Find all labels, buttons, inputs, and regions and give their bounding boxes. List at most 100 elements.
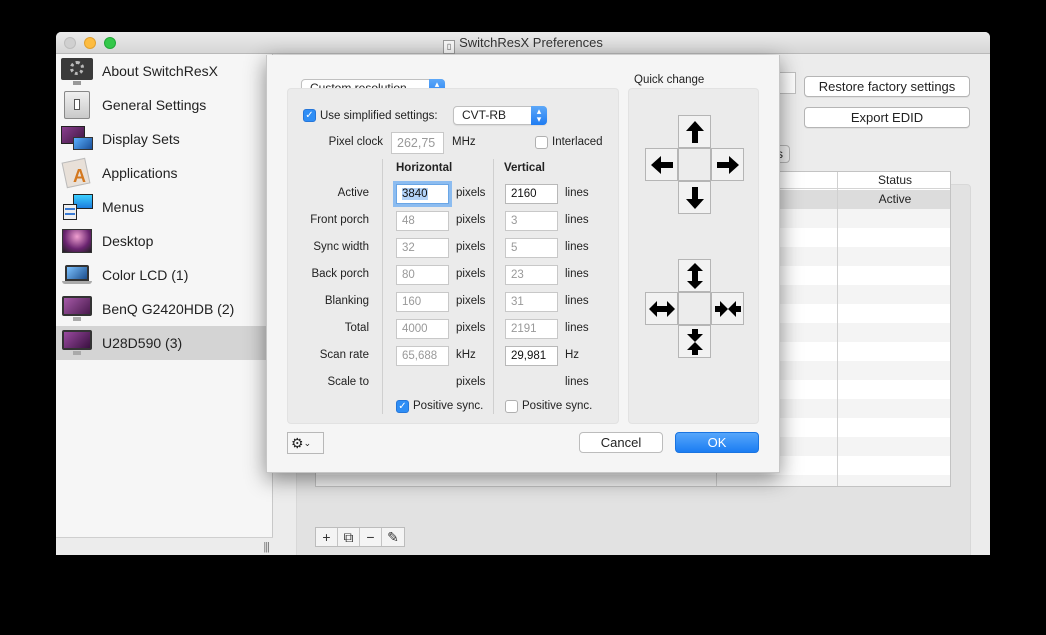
vertical-positive-sync-checkbox[interactable] [505,400,518,413]
move-right-button[interactable] [711,148,744,181]
sidebar-item-general-settings[interactable]: General Settings [56,88,273,122]
expand-vertical-icon [686,262,703,289]
horizontal-field[interactable]: 4000 [396,319,449,339]
horizontal-field[interactable]: 48 [396,211,449,231]
vertical-field[interactable]: 5 [505,238,558,258]
remove-button[interactable]: − [360,528,382,546]
move-left-button[interactable] [645,148,678,181]
cancel-button[interactable]: Cancel [579,432,663,453]
restore-factory-settings-button[interactable]: Restore factory settings [804,76,970,97]
timing-row-label: Scan rate [319,349,369,361]
sidebar-item-label: Color LCD (1) [102,267,189,283]
window-title-text: SwitchResX Preferences [459,35,603,50]
sidebar-item-desktop[interactable]: Desktop [56,224,273,258]
vertical-field[interactable]: 3 [505,211,558,231]
horizontal-unit: pixels [456,376,486,388]
timing-row-label: Sync width [313,241,369,253]
interlaced-checkbox[interactable] [535,136,548,149]
table-toolbar: + ⧉ − ✎ [315,527,405,547]
vertical-field[interactable]: 31 [505,292,558,312]
quick-change-title: Quick change [634,74,705,86]
quick-change-group [628,88,759,424]
timing-row-label: Front porch [310,214,369,226]
resize-grip-icon[interactable]: ||| [263,541,270,553]
monitor-icon [61,328,93,358]
horizontal-positive-sync-label: Positive sync. [413,400,484,412]
vertical-unit: lines [565,322,589,334]
sidebar-item-label: Applications [102,165,178,181]
increase-width-button[interactable] [645,292,678,325]
timing-standard-value: CVT-RB [462,108,507,122]
edit-button[interactable]: ✎ [382,528,404,546]
ok-button[interactable]: OK [675,432,759,453]
select-stepper-icon: ▴▾ [531,106,547,125]
use-simplified-checkbox[interactable]: ✓ [303,109,316,122]
horizontal-field[interactable]: 65,688 [396,346,449,366]
horizontal-field[interactable]: 160 [396,292,449,312]
timing-standard-select[interactable]: CVT-RB ▴ ▾ [453,106,547,125]
window-title: ▯ SwitchResX Preferences [56,35,990,54]
interlaced-label: Interlaced [552,136,603,148]
sidebar-item-display-sets[interactable]: Display Sets [56,122,273,156]
vertical-field[interactable]: 2191 [505,319,558,339]
monitor-icon [61,294,93,324]
pixel-clock-label: Pixel clock [328,136,383,148]
title-bar[interactable]: ▯ SwitchResX Preferences [56,32,990,54]
horizontal-field[interactable]: 3840 [396,184,449,204]
vertical-header: Vertical [504,162,545,174]
column-divider [837,172,838,486]
sidebar-item-u28d590[interactable]: U28D590 (3) [56,326,273,360]
vertical-unit: lines [565,214,589,226]
pixel-clock-field[interactable]: 262,75 [391,132,444,154]
switch-icon [61,90,93,120]
move-down-button[interactable] [678,181,711,214]
move-up-button[interactable] [678,115,711,148]
shrink-vertical-icon [686,328,703,355]
sidebar-item-benq[interactable]: BenQ G2420HDB (2) [56,292,273,326]
horizontal-unit: pixels [456,295,486,307]
sidebar-item-applications[interactable]: A Applications [56,156,273,190]
column-header-status[interactable]: Status [838,172,950,189]
timing-row-label: Active [337,187,369,199]
timing-row-label: Back porch [311,268,369,280]
action-menu-button[interactable]: ⚙⌄ [287,432,324,454]
horizontal-field[interactable]: 80 [396,265,449,285]
use-simplified-label: Use simplified settings: [320,110,438,122]
increase-height-button[interactable] [678,259,711,292]
vertical-field[interactable]: 2160 [505,184,558,204]
vertical-positive-sync-label: Positive sync. [522,400,593,412]
sidebar-item-about[interactable]: About SwitchResX [56,54,273,88]
custom-resolution-sheet: Custom resolution ▴▾ ✓ Use simplified se… [266,55,780,473]
timing-row-label: Total [344,322,369,334]
column-separator [382,159,383,414]
horizontal-unit: kHz [456,349,476,361]
horizontal-value: 3840 [402,188,428,200]
horizontal-unit: pixels [456,187,486,199]
sidebar-item-label: Desktop [102,233,154,249]
horizontal-unit: pixels [456,241,486,253]
desktop-icon [61,226,93,256]
row-status: Active [878,192,912,206]
table-row[interactable] [316,475,950,486]
decrease-width-button[interactable] [711,292,744,325]
horizontal-field[interactable]: 32 [396,238,449,258]
decrease-height-button[interactable] [678,325,711,358]
sidebar-item-label: General Settings [102,97,207,113]
vertical-field[interactable]: 23 [505,265,558,285]
vertical-field[interactable]: 29,981 [505,346,558,366]
display-sets-icon [61,124,93,154]
sidebar: About SwitchResX General Settings Displa… [56,54,273,555]
vertical-unit: lines [565,187,589,199]
export-edid-button[interactable]: Export EDID [804,107,970,128]
shrink-horizontal-icon [714,300,741,317]
expand-horizontal-icon [648,300,675,317]
add-button[interactable]: + [316,528,338,546]
duplicate-button[interactable]: ⧉ [338,528,360,546]
vertical-unit: lines [565,376,589,388]
horizontal-positive-sync-checkbox[interactable]: ✓ [396,400,409,413]
gear-monitor-icon [61,56,93,86]
sidebar-item-color-lcd[interactable]: Color LCD (1) [56,258,273,292]
sidebar-item-label: U28D590 (3) [102,335,183,351]
pixel-clock-unit: MHz [452,136,476,148]
sidebar-item-menus[interactable]: Menus [56,190,273,224]
